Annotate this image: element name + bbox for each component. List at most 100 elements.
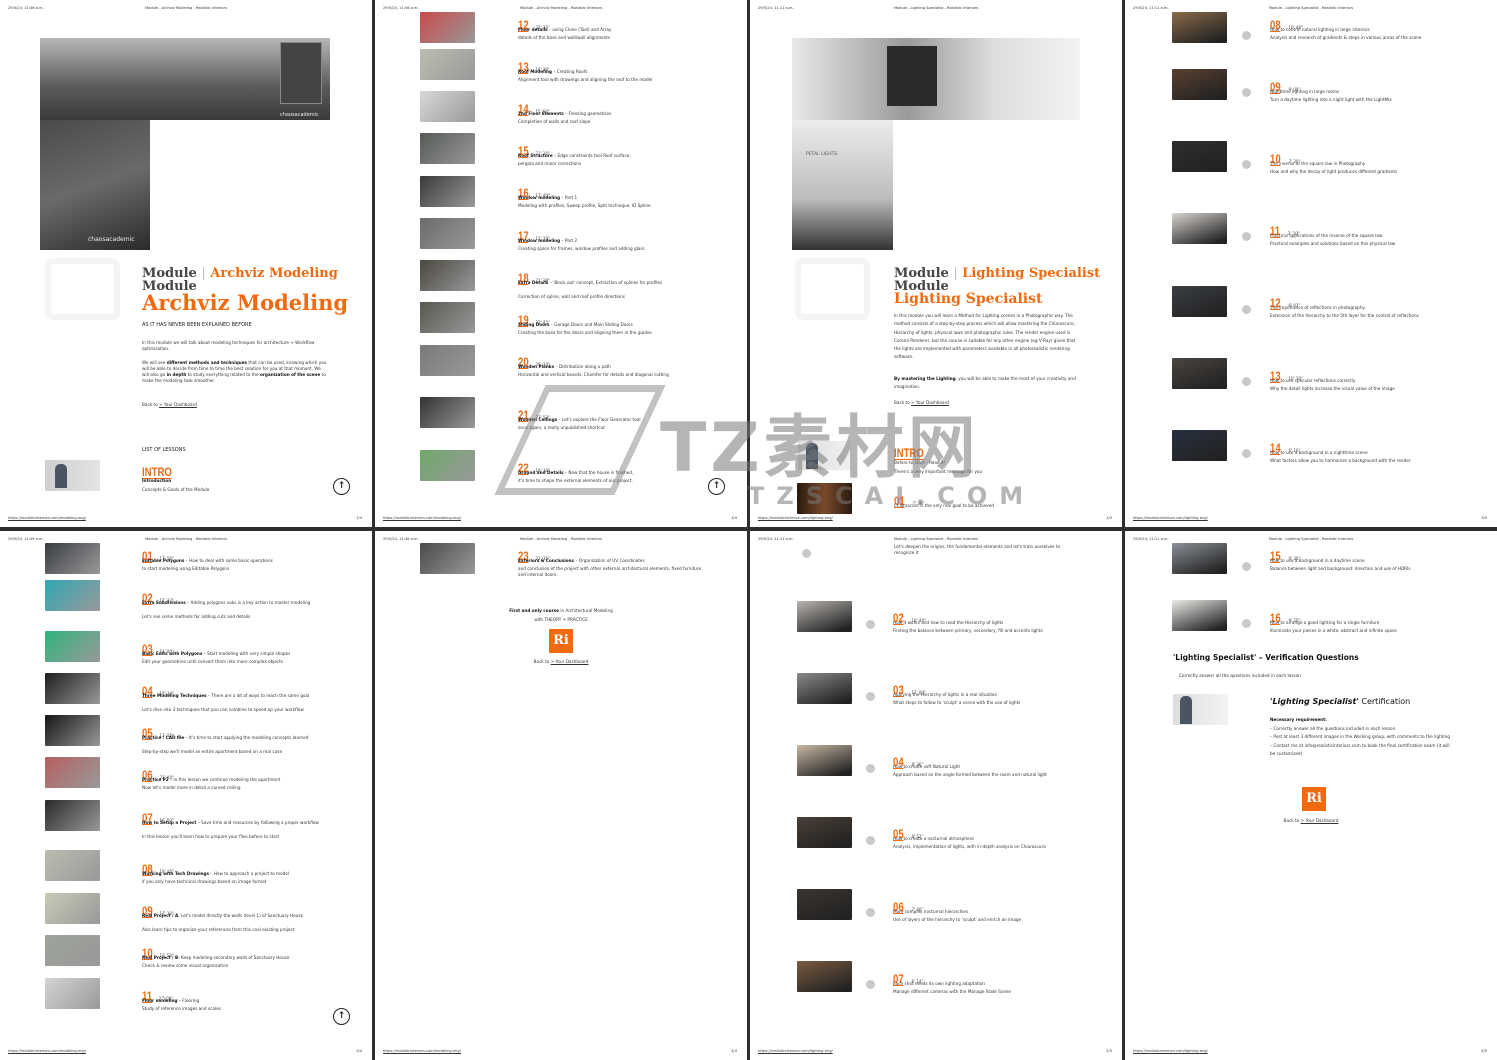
dashboard-link[interactable]: > Your Dashboard [1301, 818, 1339, 823]
lesson-thumbnail[interactable] [1172, 286, 1227, 317]
lesson-description: Why the detail lights increase the visua… [1270, 386, 1395, 391]
lesson-status-dot[interactable] [1242, 619, 1251, 628]
lesson-status-dot[interactable] [866, 836, 875, 845]
lesson-status-dot[interactable] [1242, 232, 1251, 241]
document-page: 29/5/24, 11:11 a.m. Module - Lighting Spe… [750, 0, 1122, 527]
lesson-thumbnail[interactable] [420, 302, 475, 333]
page-number: 4/5 [1481, 1049, 1487, 1053]
header-title: Module - Lighting Specialist - Realistic… [893, 537, 979, 541]
lesson-thumbnail[interactable] [45, 850, 100, 881]
lesson-status-dot[interactable] [1242, 449, 1251, 458]
scroll-to-top-button[interactable]: ↑ [708, 478, 725, 495]
intro-title: Before to start – Read it! [894, 460, 946, 465]
lesson-title: Practical applications of the inverse of… [1270, 233, 1383, 238]
lesson-thumbnail[interactable] [1172, 543, 1227, 574]
lesson-status-dot[interactable] [1242, 31, 1251, 40]
lesson-title: Floor modeling [142, 998, 178, 1003]
lesson-thumbnail[interactable] [420, 49, 475, 80]
footer-url[interactable]: https://realisticinteriors.com/modeling-… [8, 516, 86, 520]
lesson-thumbnail[interactable] [797, 961, 852, 992]
lesson-status-dot[interactable] [866, 692, 875, 701]
lesson-thumbnail[interactable] [45, 757, 100, 788]
dashboard-link[interactable]: > Your Dashboard [551, 659, 589, 664]
lesson-subtitle: – There are a lot of ways to reach the s… [206, 693, 310, 698]
lesson-thumbnail[interactable] [45, 715, 100, 746]
lesson-status-dot[interactable] [1242, 305, 1251, 314]
lesson-thumbnail[interactable] [420, 543, 475, 574]
footer-url[interactable]: https://realisticinteriors.com/lighting-… [1133, 516, 1208, 520]
lesson-title: Real Project / B [142, 955, 179, 960]
lesson-thumbnail[interactable] [420, 450, 475, 481]
text: in Architectural Modeling [559, 608, 613, 613]
footer-url[interactable]: https://realisticinteriors.com/lighting-… [758, 1049, 833, 1053]
lesson-thumbnail[interactable] [420, 12, 475, 43]
lesson-description: Turn a daytime lighting into a night lig… [1270, 97, 1392, 102]
lesson-thumbnail[interactable] [45, 543, 100, 574]
lesson-title: How to use specular reflections correctl… [1270, 378, 1356, 383]
lesson-thumbnail[interactable] [797, 817, 852, 848]
lesson-thumbnail[interactable] [797, 483, 852, 514]
lesson-thumbnail[interactable] [1172, 12, 1227, 43]
lesson-title: How to use a background in a nighttime s… [1270, 450, 1368, 455]
lesson-thumbnail[interactable] [420, 91, 475, 122]
lesson-thumbnail[interactable] [1172, 358, 1227, 389]
lesson-description: Finding the balance between primary, sec… [893, 628, 1043, 633]
footer-url[interactable]: https://realisticinteriors.com/lighting-… [1133, 1049, 1208, 1053]
dashboard-link[interactable]: > Your Dashboard [911, 400, 949, 405]
instructor-thumbnail[interactable] [45, 460, 100, 491]
scroll-to-top-button[interactable]: ↑ [333, 1008, 350, 1025]
lesson-status-dot[interactable] [1242, 562, 1251, 571]
lesson-thumbnail[interactable] [797, 601, 852, 632]
lesson-status-dot[interactable] [1242, 88, 1251, 97]
lesson-thumbnail[interactable] [1172, 141, 1227, 172]
hero-render-image [40, 38, 330, 120]
lesson-description: Edit your geometries until convert them … [142, 659, 284, 664]
lesson-thumbnail[interactable] [45, 631, 100, 662]
lesson-status-dot[interactable] [866, 980, 875, 989]
lesson-description: Creating space for frames, window profil… [518, 246, 645, 251]
lesson-thumbnail[interactable] [45, 978, 100, 1009]
footer-url[interactable]: https://realisticinteriors.com/lighting-… [758, 516, 833, 520]
lesson-status-dot[interactable] [866, 620, 875, 629]
lesson-thumbnail[interactable] [420, 260, 475, 291]
lesson-status-dot[interactable] [866, 764, 875, 773]
lesson-thumbnail[interactable] [420, 397, 475, 428]
footer-url[interactable]: https://realisticinteriors.com/modeling-… [383, 1049, 461, 1053]
lesson-description: Check & review some visual organization [142, 963, 229, 968]
footer-url[interactable]: https://realisticinteriors.com/modeling-… [8, 1049, 86, 1053]
lesson-thumbnail[interactable] [45, 673, 100, 704]
instructor-thumbnail[interactable] [798, 441, 851, 470]
lesson-thumbnail[interactable] [420, 218, 475, 249]
lesson-status-dot[interactable] [802, 549, 811, 558]
lesson-description: Study of reference images and scales [142, 1006, 221, 1011]
lesson-subtitle: – Adding polygons subs is a key action t… [185, 600, 311, 605]
lesson-thumbnail[interactable] [45, 893, 100, 924]
lesson-thumbnail[interactable] [797, 745, 852, 776]
requirement-item: – Contact me at info@realisticinteriors.… [1270, 742, 1450, 756]
lesson-thumbnail[interactable] [45, 580, 100, 611]
lesson-thumbnail[interactable] [420, 345, 475, 376]
lesson-status-dot[interactable] [1242, 377, 1251, 386]
scroll-to-top-button[interactable]: ↑ [333, 478, 350, 495]
lesson-thumbnail[interactable] [45, 800, 100, 831]
lesson-thumbnail[interactable] [1172, 600, 1227, 631]
lesson-thumbnail[interactable] [1172, 213, 1227, 244]
dashboard-link[interactable]: > Your Dashboard [159, 402, 197, 407]
instructor-thumbnail[interactable] [1173, 694, 1228, 725]
text: Back to [1283, 818, 1300, 823]
lesson-thumbnail[interactable] [420, 133, 475, 164]
lesson-thumbnail[interactable] [1172, 430, 1227, 461]
lesson-status-dot[interactable] [1242, 160, 1251, 169]
lesson-status-dot[interactable] [866, 908, 875, 917]
lesson-thumbnail[interactable] [420, 176, 475, 207]
lesson-thumbnail[interactable] [797, 673, 852, 704]
lesson-thumbnail[interactable] [45, 935, 100, 966]
lesson-thumbnail[interactable] [1172, 69, 1227, 100]
footer-url[interactable]: https://realisticinteriors.com/modeling-… [383, 516, 461, 520]
requirement-item: – Correctly answer all the questions inc… [1270, 726, 1396, 731]
lesson-thumbnail[interactable] [797, 889, 852, 920]
text: By mastering the Lighting [894, 376, 956, 381]
lesson-description: Let's see some methods for adding cuts a… [142, 614, 251, 619]
page-title: Archviz Modeling [142, 290, 349, 315]
ri-logo: Ri [1302, 787, 1326, 811]
